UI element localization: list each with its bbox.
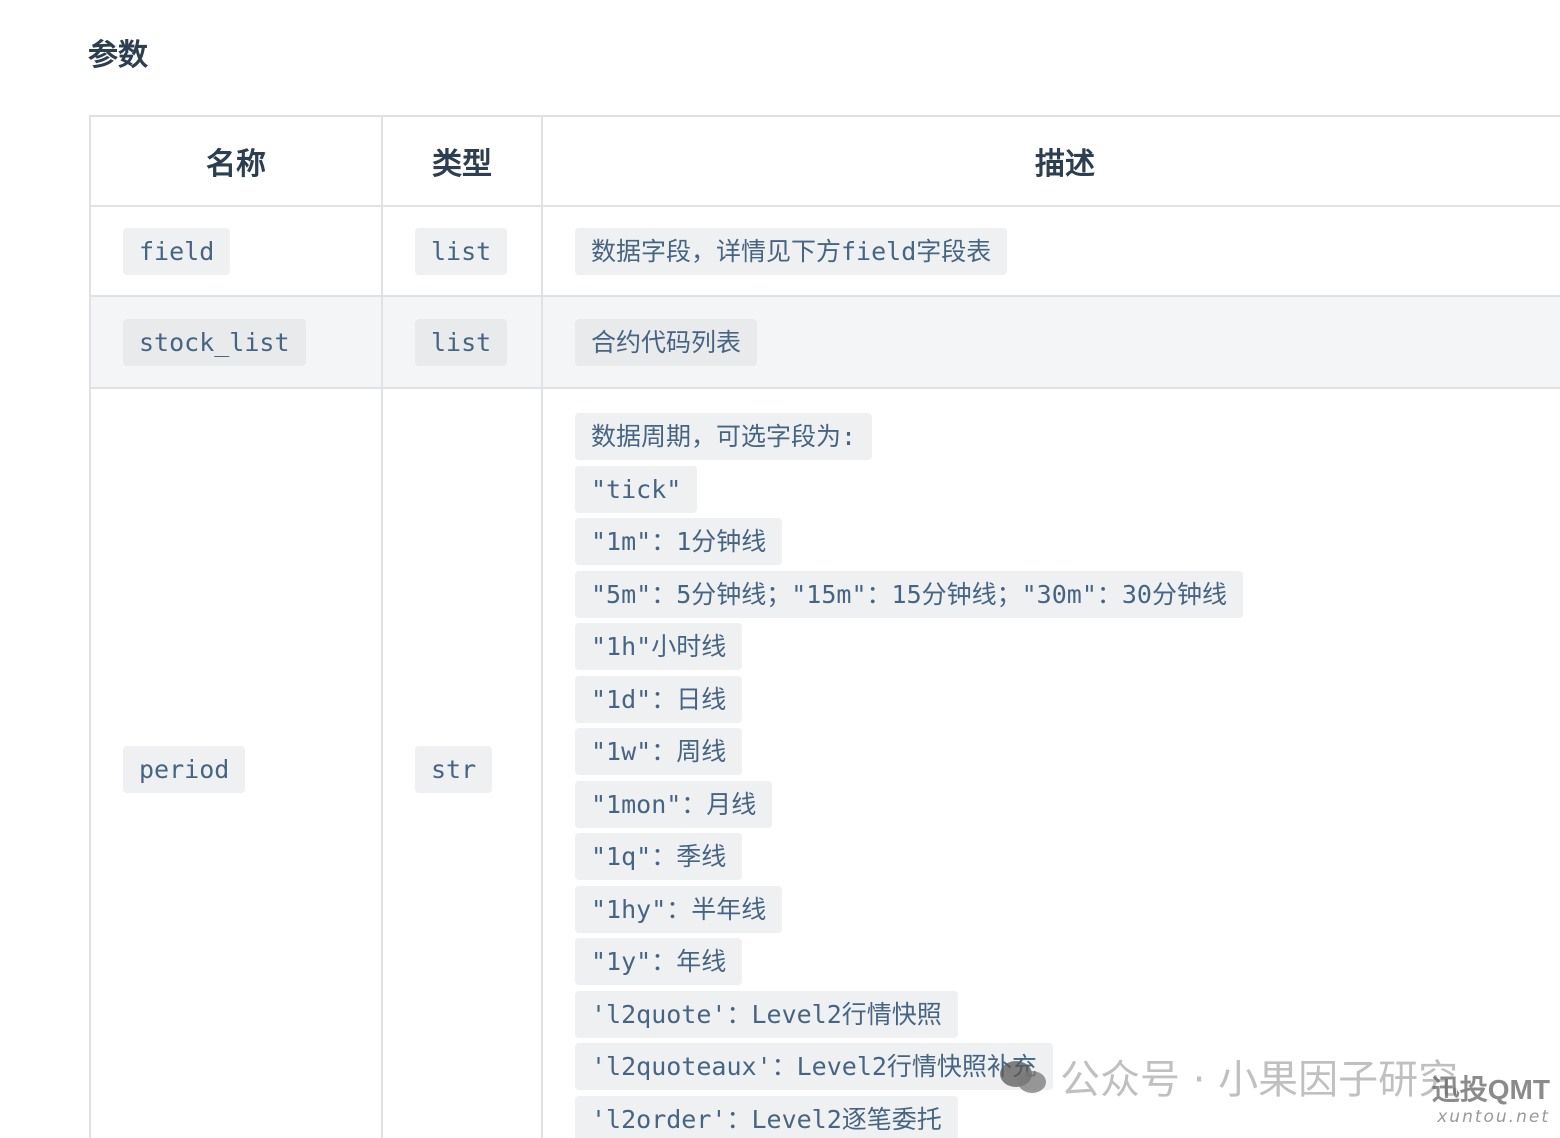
- header-type: 类型: [381, 115, 543, 207]
- params-table: 名称 类型 描述 field list 数据字段，详情见下方field字段表 s…: [89, 115, 1560, 1138]
- table-row: period str 数据周期，可选字段为: "tick" "1m"：1分钟线 …: [89, 387, 1560, 1138]
- param-desc-cell: 数据字段，详情见下方field字段表: [541, 205, 1560, 297]
- brand-url: xuntou.net: [1437, 1107, 1550, 1127]
- param-name: field: [123, 227, 231, 275]
- period-desc-line: "1m"：1分钟线: [575, 518, 783, 565]
- param-desc: 数据字段，详情见下方field字段表: [575, 227, 1008, 275]
- period-desc-line: "1mon"：月线: [575, 780, 773, 828]
- section-title: 参数: [88, 38, 148, 73]
- param-type: str: [415, 745, 493, 793]
- param-name-cell: field: [89, 205, 383, 297]
- period-desc-line: "1h"小时线: [575, 623, 743, 670]
- period-desc-line: 'l2order'：Level2逐笔委托: [575, 1095, 958, 1138]
- table-row: stock_list list 合约代码列表: [89, 295, 1560, 389]
- param-type: list: [415, 318, 508, 366]
- period-desc-line: "1w"：周线: [575, 728, 743, 775]
- period-desc-line: "1hy"：半年线: [575, 885, 783, 933]
- period-desc-line: "tick": [575, 465, 698, 513]
- period-desc-line: 'l2quoteaux'：Level2行情快照补充: [575, 1043, 1053, 1090]
- header-name: 名称: [89, 115, 383, 207]
- period-desc-line: 数据周期，可选字段为:: [575, 413, 873, 460]
- period-desc-line: "1d"：日线: [575, 675, 743, 723]
- header-desc: 描述: [541, 115, 1560, 207]
- page: 参数 名称 类型 描述 field list 数据字段，详情见下方field字段…: [0, 0, 1560, 1138]
- table-header-row: 名称 类型 描述: [89, 115, 1560, 207]
- param-desc-cell: 数据周期，可选字段为: "tick" "1m"：1分钟线 "5m"：5分钟线；"…: [541, 387, 1560, 1138]
- param-desc: 合约代码列表: [575, 318, 758, 366]
- period-desc-line: "5m"：5分钟线；"15m"：15分钟线；"30m"：30分钟线: [575, 570, 1243, 618]
- period-desc-line: "1y"：年线: [575, 938, 743, 985]
- period-desc-list: 数据周期，可选字段为: "tick" "1m"：1分钟线 "5m"：5分钟线；"…: [575, 389, 1555, 1138]
- period-desc-line: 'l2quote'：Level2行情快照: [575, 990, 958, 1038]
- param-type-cell: str: [381, 387, 543, 1138]
- period-desc-line: "1q"：季线: [575, 833, 743, 880]
- param-name-cell: period: [89, 387, 383, 1138]
- param-name: stock_list: [123, 318, 306, 366]
- param-name-cell: stock_list: [89, 295, 383, 389]
- param-type-cell: list: [381, 295, 543, 389]
- brand-logo: 迅投QMT xuntou.net: [1430, 1074, 1550, 1128]
- table-row: field list 数据字段，详情见下方field字段表: [89, 205, 1560, 297]
- param-type: list: [415, 227, 508, 275]
- brand-name: 迅投QMT: [1431, 1074, 1550, 1105]
- param-type-cell: list: [381, 205, 543, 297]
- param-desc-cell: 合约代码列表: [541, 295, 1560, 389]
- param-name: period: [123, 745, 246, 793]
